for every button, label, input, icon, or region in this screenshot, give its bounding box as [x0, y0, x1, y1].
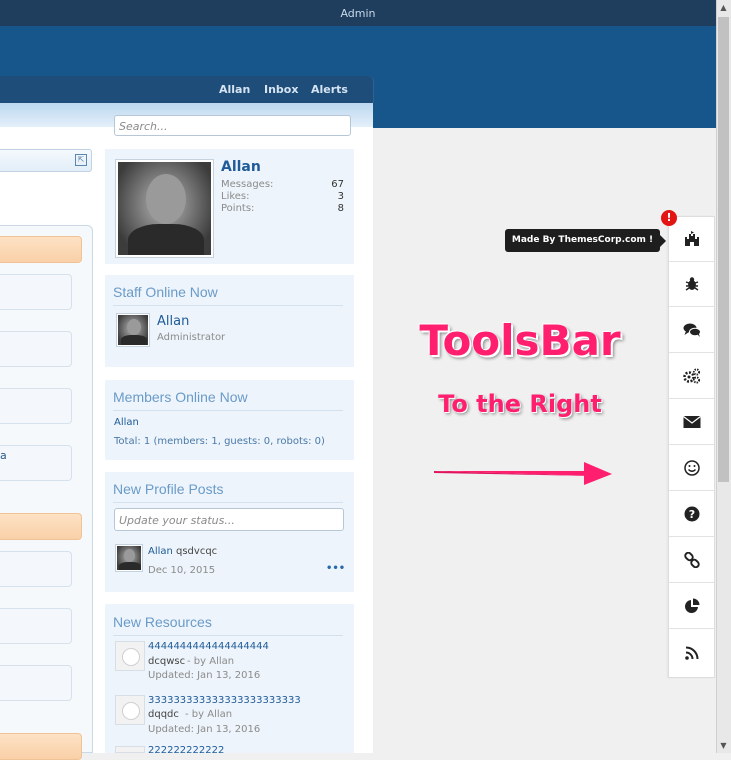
user-navbar: Allan Inbox Alerts [0, 76, 374, 103]
stat-label: Messages: [221, 179, 274, 190]
profile-name-link[interactable]: Allan [221, 159, 261, 175]
jump-icon[interactable]: ⇱ [75, 154, 87, 166]
cogs-icon[interactable] [669, 354, 714, 399]
resource-updated: Updated: Jan 13, 2016 [148, 670, 261, 681]
forum-node[interactable] [0, 388, 72, 424]
avatar[interactable] [115, 544, 143, 572]
forum-node[interactable] [0, 551, 72, 587]
block-title[interactable]: Staff Online Now [113, 284, 218, 300]
bug-icon[interactable] [669, 262, 714, 307]
nav-account-link[interactable]: Allan [219, 83, 250, 96]
forum-list [0, 225, 93, 760]
block-title[interactable]: New Resources [113, 614, 212, 630]
tooltip: Made By ThemesCorp.com ! [505, 229, 660, 252]
forum-node[interactable] [0, 608, 72, 644]
resource-icon[interactable] [115, 695, 145, 725]
pie-chart-icon[interactable] [669, 584, 714, 629]
resource-desc: dcqwsc [148, 656, 186, 667]
resource-icon[interactable] [115, 641, 145, 671]
divider [113, 502, 343, 503]
category-header[interactable] [0, 236, 82, 263]
rss-icon[interactable] [669, 630, 714, 675]
online-member-link[interactable]: Allan [114, 417, 139, 428]
svg-text:?: ? [688, 508, 694, 521]
more-options-icon[interactable]: ••• [326, 563, 345, 574]
category-header[interactable] [0, 733, 82, 760]
forum-node[interactable] [0, 274, 72, 310]
block-title[interactable]: New Profile Posts [113, 481, 223, 497]
resource-desc: dqqdc [148, 709, 179, 720]
divider [113, 410, 343, 411]
stat-label: Likes: [221, 191, 250, 202]
staff-role: Administrator [157, 332, 226, 343]
forum-node[interactable] [0, 445, 72, 481]
stat-value[interactable]: 67 [320, 179, 344, 190]
forum-link-fragment[interactable]: a [0, 449, 7, 463]
divider [113, 635, 343, 636]
comments-icon[interactable] [669, 308, 714, 353]
stat-label: Points: [221, 203, 255, 214]
avatar[interactable] [116, 313, 150, 347]
post-text: qsdvcqc [176, 546, 218, 557]
admin-link[interactable]: Admin [0, 7, 716, 20]
forum-node[interactable] [0, 665, 72, 701]
nav-inbox-link[interactable]: Inbox [264, 83, 298, 96]
post-date[interactable]: Dec 10, 2015 [148, 565, 215, 576]
resource-icon[interactable] [115, 746, 145, 753]
top-bar: Admin [0, 0, 716, 27]
search-input[interactable]: Search... [114, 115, 351, 136]
scrollbar-thumb[interactable] [718, 17, 729, 482]
forum-node[interactable] [0, 331, 72, 367]
resource-author[interactable]: - by Allan [187, 656, 234, 667]
resource-title-link[interactable]: 222222222222 [148, 745, 224, 753]
envelope-icon[interactable] [669, 400, 714, 445]
promo-title: ToolsBar [419, 316, 621, 365]
tooltip-arrow [660, 235, 666, 247]
scroll-up-arrow-icon[interactable]: ▲ [716, 0, 731, 15]
alert-badge[interactable]: ! [661, 210, 677, 226]
staff-name-link[interactable]: Allan [157, 314, 189, 329]
castle-icon[interactable] [669, 217, 714, 262]
smile-icon[interactable] [669, 446, 714, 491]
resource-updated: Updated: Jan 13, 2016 [148, 724, 261, 735]
stat-value[interactable]: 3 [320, 191, 344, 202]
post-author-link[interactable]: Allan [148, 546, 173, 557]
divider [113, 305, 343, 306]
stat-value[interactable]: 8 [320, 203, 344, 214]
resource-title-link[interactable]: 4444444444444444444 [148, 641, 269, 652]
resource-title-link[interactable]: 333333333333333333333333 [148, 695, 301, 706]
status-input[interactable]: Update your status... [114, 508, 344, 531]
nav-alerts-link[interactable]: Alerts [311, 83, 348, 96]
scroll-down-arrow-icon[interactable]: ▼ [716, 738, 731, 753]
block-title[interactable]: Members Online Now [113, 389, 248, 405]
avatar[interactable] [115, 159, 214, 258]
link-icon[interactable] [669, 538, 714, 583]
promo-subtitle: To the Right [438, 390, 602, 418]
online-total: Total: 1 (members: 1, guests: 0, robots:… [114, 436, 325, 447]
category-header[interactable] [0, 513, 82, 540]
arrow-right-icon [434, 462, 612, 485]
question-icon[interactable]: ? [669, 492, 714, 537]
resource-author[interactable]: - by Allan [185, 709, 232, 720]
